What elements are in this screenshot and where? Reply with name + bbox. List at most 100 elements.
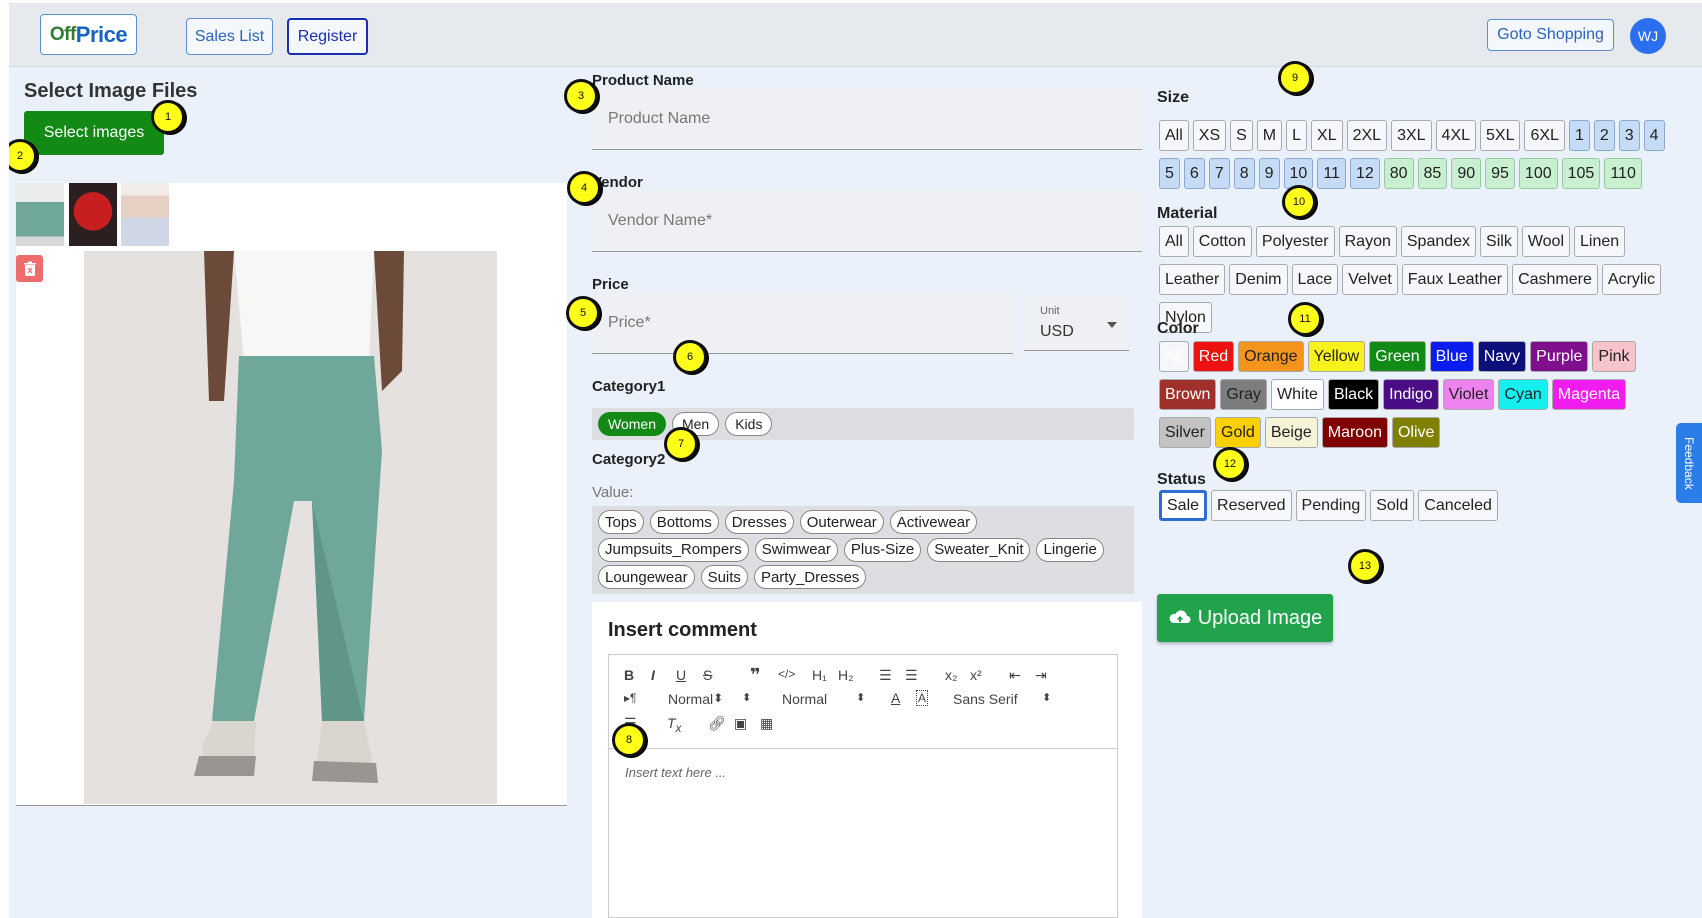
quote-icon[interactable]: ❞ [750,665,761,686]
goto-shopping-button[interactable]: Goto Shopping [1487,19,1614,51]
color-option-olive[interactable]: Olive [1391,417,1441,448]
material-option-cashmere[interactable]: Cashmere [1512,264,1598,295]
unit-select[interactable]: Unit USD [1024,296,1129,351]
category2-chip-plus-size[interactable]: Plus-Size [843,537,922,562]
color-option-purple[interactable]: Purple [1530,341,1589,372]
subscript-icon[interactable]: x₂ [945,667,957,683]
outdent-icon[interactable]: ⇤ [1009,667,1021,684]
color-option-brown[interactable]: Brown [1159,379,1217,410]
color-option-maroon[interactable]: Maroon [1321,417,1388,448]
material-option-all[interactable]: All [1159,226,1189,257]
font-select[interactable]: Sans Serif ⬍ [953,691,1053,707]
size-option-5[interactable]: 5 [1159,158,1180,189]
background-color-icon[interactable]: A [916,690,929,706]
size-option-1[interactable]: 1 [1568,120,1590,151]
size-option-6xl[interactable]: 6XL [1524,120,1565,151]
material-option-silk[interactable]: Silk [1480,226,1518,257]
material-option-acrylic[interactable]: Acrylic [1601,264,1661,295]
heading2-icon[interactable]: H₂ [838,667,854,683]
image-icon[interactable]: ▣ [734,715,747,732]
material-option-cotton[interactable]: Cotton [1192,226,1252,257]
code-icon[interactable]: </> [778,667,795,681]
category2-chip-loungewear[interactable]: Loungewear [598,565,695,590]
strikethrough-icon[interactable]: S [703,667,712,683]
thumbnail-red-shirt[interactable] [69,183,117,246]
category1-chip-kids[interactable]: Kids [725,412,773,436]
color-option-all[interactable]: All [1159,341,1189,372]
category1-chip-women[interactable]: Women [598,412,666,436]
category2-chip-sweater_knit[interactable]: Sweater_Knit [927,537,1031,562]
offprice-logo[interactable]: Off Price [40,14,137,55]
select-images-button[interactable]: Select images [24,111,164,155]
size-option-xs[interactable]: XS [1192,120,1227,151]
color-option-navy[interactable]: Navy [1477,341,1527,372]
size-option-11[interactable]: 11 [1317,158,1346,189]
size-option-m[interactable]: M [1256,120,1283,151]
color-option-magenta[interactable]: Magenta [1551,379,1627,410]
category2-chip-jumpsuits_rompers[interactable]: Jumpsuits_Rompers [598,537,749,562]
size-option-80[interactable]: 80 [1383,158,1414,189]
heading1-icon[interactable]: H₁ [812,667,827,683]
size-option-xl[interactable]: XL [1311,120,1343,151]
material-option-spandex[interactable]: Spandex [1400,226,1477,257]
status-option-sale[interactable]: Sale [1159,490,1208,521]
delete-image-icon[interactable] [16,255,43,282]
size-option-4[interactable]: 4 [1643,120,1665,151]
bullet-list-icon[interactable]: ☰ [905,667,918,684]
color-option-red[interactable]: Red [1192,341,1235,372]
color-option-pink[interactable]: Pink [1592,341,1636,372]
upload-image-button[interactable]: Upload Image [1157,594,1333,642]
clear-format-icon[interactable]: Tx [667,715,681,735]
category2-chip-swimwear[interactable]: Swimwear [754,537,838,562]
ordered-list-icon[interactable]: ☰ [879,667,892,684]
superscript-icon[interactable]: x² [970,667,982,683]
size-option-3[interactable]: 3 [1618,120,1640,151]
material-option-linen[interactable]: Linen [1574,226,1626,257]
size-option-s[interactable]: S [1230,120,1253,151]
size-option-12[interactable]: 12 [1349,158,1380,189]
material-option-denim[interactable]: Denim [1229,264,1288,295]
status-option-reserved[interactable]: Reserved [1211,490,1292,521]
material-option-leather[interactable]: Leather [1159,264,1226,295]
material-option-wool[interactable]: Wool [1521,226,1570,257]
size-option-105[interactable]: 105 [1561,158,1601,189]
size-option-90[interactable]: 90 [1451,158,1482,189]
video-icon[interactable]: ▦ [760,715,773,732]
thumbnail-pants[interactable] [16,183,64,246]
color-option-black[interactable]: Black [1327,379,1380,410]
product-name-field[interactable] [592,88,1142,150]
size-option-100[interactable]: 100 [1518,158,1558,189]
size-select[interactable]: Normal ⬍ [668,691,751,707]
color-option-white[interactable]: White [1271,379,1324,410]
material-option-faux-leather[interactable]: Faux Leather [1401,264,1509,295]
text-direction-icon[interactable]: ▸¶ [624,691,636,705]
size-option-8[interactable]: 8 [1233,158,1255,189]
color-option-blue[interactable]: Blue [1429,341,1474,372]
price-field[interactable] [592,292,1013,354]
price-input[interactable] [592,292,1013,353]
comment-textarea[interactable]: Insert text here ... [608,748,1118,918]
color-option-beige[interactable]: Beige [1264,417,1318,448]
color-option-silver[interactable]: Silver [1159,417,1212,448]
size-option-95[interactable]: 95 [1485,158,1515,189]
material-option-velvet[interactable]: Velvet [1342,264,1398,295]
category2-chip-activewear[interactable]: Activewear [889,510,978,534]
vendor-name-input[interactable] [592,190,1142,251]
material-option-rayon[interactable]: Rayon [1338,226,1397,257]
material-option-lace[interactable]: Lace [1291,264,1339,295]
size-option-2[interactable]: 2 [1593,120,1615,151]
thumbnail-top[interactable] [121,183,169,246]
header-select[interactable]: Normal ⬍ [782,691,865,707]
feedback-tab[interactable]: Feedback [1676,423,1702,503]
size-option-2xl[interactable]: 2XL [1346,120,1388,151]
indent-icon[interactable]: ⇥ [1035,667,1047,684]
category2-chip-bottoms[interactable]: Bottoms [649,510,719,534]
status-option-sold[interactable]: Sold [1370,490,1415,521]
user-avatar[interactable]: WJ [1630,18,1666,54]
link-icon[interactable]: 🔗︎ [708,715,726,732]
status-option-canceled[interactable]: Canceled [1418,490,1498,521]
color-option-orange[interactable]: Orange [1238,341,1304,372]
size-option-110[interactable]: 110 [1604,158,1642,189]
category2-chip-tops[interactable]: Tops [598,510,644,534]
size-option-85[interactable]: 85 [1417,158,1448,189]
